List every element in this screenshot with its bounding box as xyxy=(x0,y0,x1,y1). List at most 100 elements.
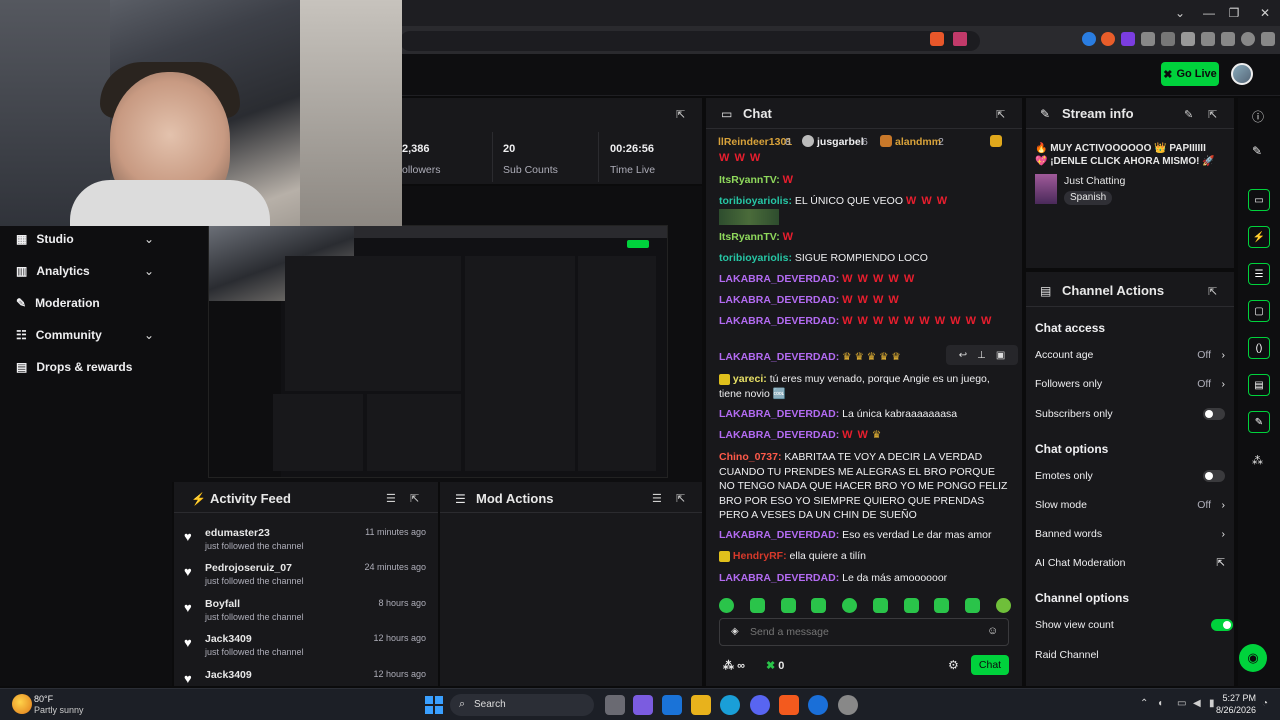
emote-icon[interactable] xyxy=(903,598,919,613)
feed-username[interactable]: Pedrojoseruiz_07 xyxy=(205,562,292,574)
gear-icon[interactable]: ⚙ xyxy=(948,658,959,672)
menu-icon[interactable] xyxy=(1261,32,1275,46)
reply-icon[interactable]: ↩ xyxy=(959,350,967,361)
microphone-icon[interactable]: ◖ xyxy=(1157,698,1163,709)
chat-input-box[interactable]: ◈ ☺ xyxy=(719,618,1009,646)
chat-username[interactable]: LAKABRA_DEVERDAD xyxy=(719,294,836,306)
emote-icon[interactable] xyxy=(965,598,981,613)
clock-time[interactable]: 5:27 PM xyxy=(1196,693,1256,703)
vpn-icon[interactable] xyxy=(1241,32,1255,46)
chat-username[interactable]: LAKABRA_DEVERDAD xyxy=(719,572,836,584)
chat-username[interactable]: ItsRyannTV xyxy=(719,174,776,186)
brave-icon[interactable] xyxy=(779,695,799,715)
sidebar-item-drops-rewards[interactable]: ▤ Drops & rewards xyxy=(16,360,132,374)
chat-username[interactable]: LAKABRA_DEVERDAD xyxy=(719,315,836,327)
stats-icon[interactable]: ▭ xyxy=(1248,189,1270,211)
feed-username[interactable]: Jack3409 xyxy=(205,633,252,645)
delete-icon[interactable]: ▣ xyxy=(996,350,1005,361)
extension-icon[interactable] xyxy=(1101,32,1115,46)
popout-icon[interactable]: ⇱ xyxy=(1208,108,1217,121)
sidebar-item-studio[interactable]: ▦ Studio xyxy=(16,232,74,246)
chat-username[interactable]: LAKABRA_DEVERDAD xyxy=(719,351,836,363)
restore-button[interactable]: ❐ xyxy=(1220,4,1248,22)
emote-icon[interactable] xyxy=(842,598,858,613)
outlook-icon[interactable] xyxy=(662,695,682,715)
pin-icon[interactable]: ⊥ xyxy=(977,350,986,361)
lightning-icon[interactable]: ⚡ xyxy=(1248,226,1270,248)
emote-icon[interactable] xyxy=(719,598,734,613)
category-thumbnail[interactable] xyxy=(1035,174,1057,204)
popout-icon[interactable]: ⇱ xyxy=(1208,285,1217,298)
network-icon[interactable]: ▭ xyxy=(1177,698,1186,709)
task-view-icon[interactable] xyxy=(605,695,625,715)
emote-icon[interactable] xyxy=(995,598,1011,613)
popout-icon[interactable]: ⇱ xyxy=(996,108,1005,121)
notification-icon[interactable]: ◔ xyxy=(1262,698,1268,709)
tab-search-icon[interactable]: ⌄ xyxy=(1166,4,1194,22)
sidebar-item-analytics[interactable]: ▥ Analytics xyxy=(16,264,90,278)
chat-input[interactable] xyxy=(750,623,980,641)
emote-icon[interactable] xyxy=(749,598,765,613)
popout-icon[interactable]: ⇱ xyxy=(676,492,685,505)
chevron-down-icon[interactable]: ⌄ xyxy=(144,232,154,246)
leaderboard-user[interactable]: alandmm xyxy=(895,136,941,148)
extension-icon[interactable] xyxy=(1161,32,1175,46)
chat-username[interactable]: LAKABRA_DEVERDAD xyxy=(719,429,836,441)
sidebar-toggle-icon[interactable] xyxy=(1181,32,1195,46)
code-icon[interactable]: () xyxy=(1248,337,1270,359)
copilot-icon[interactable] xyxy=(633,695,653,715)
leaderboard-user[interactable]: llReindeer1301 xyxy=(718,136,792,148)
app-icon[interactable] xyxy=(808,695,828,715)
puzzle-icon[interactable] xyxy=(1141,32,1155,46)
file-explorer-icon[interactable] xyxy=(691,695,711,715)
banned-words-row[interactable]: Banned words › xyxy=(1035,528,1225,540)
address-bar[interactable] xyxy=(400,31,980,51)
send-chat-button[interactable]: Chat xyxy=(971,655,1009,675)
subscribers-only-toggle[interactable] xyxy=(1203,408,1225,420)
emote-icon[interactable] xyxy=(780,598,796,613)
weather-temp[interactable]: 80°F xyxy=(34,694,53,704)
chat-username[interactable]: Chino_0737 xyxy=(719,451,778,463)
emote-icon[interactable] xyxy=(934,598,950,613)
chat-username[interactable]: yareci xyxy=(733,373,763,385)
extension-icon[interactable] xyxy=(1121,32,1135,46)
feed-username[interactable]: Boyfall xyxy=(205,598,240,610)
feed-username[interactable]: edumaster23 xyxy=(205,527,270,539)
community-icon[interactable]: ⁂ xyxy=(1252,454,1263,467)
app-icon[interactable] xyxy=(838,695,858,715)
extension-icon[interactable] xyxy=(1082,32,1096,46)
filter-icon[interactable]: ☰ xyxy=(386,492,396,505)
leaderboard-user[interactable]: jusgarbel xyxy=(817,136,864,148)
filter-icon[interactable]: ☰ xyxy=(652,492,662,505)
tag-badge[interactable]: Spanish xyxy=(1064,191,1113,205)
brave-shield-icon[interactable] xyxy=(930,32,944,46)
chat-username[interactable]: ItsRyannTV xyxy=(719,231,776,243)
chat-username[interactable]: LAKABRA_DEVERDAD xyxy=(719,408,836,420)
chevron-up-icon[interactable]: ⌃ xyxy=(1140,698,1148,709)
channel-points[interactable]: ⁂ ∞ xyxy=(723,659,745,672)
taskbar-search[interactable]: ⌕ Search xyxy=(450,694,594,716)
chat-username[interactable]: LAKABRA_DEVERDAD xyxy=(719,273,836,285)
edit-icon[interactable]: ✎ xyxy=(1184,108,1193,121)
category-name[interactable]: Just Chatting xyxy=(1064,175,1125,187)
windows-start-icon[interactable] xyxy=(425,696,443,714)
chat-username[interactable]: toribioyariolis xyxy=(719,195,788,207)
raid-channel-row[interactable]: Raid Channel xyxy=(1035,649,1225,661)
weather-icon[interactable] xyxy=(12,694,32,714)
emote-icon[interactable] xyxy=(811,598,827,613)
edit-icon[interactable]: ✎ xyxy=(1252,144,1262,158)
info-icon[interactable]: ⓘ xyxy=(1252,108,1264,125)
show-view-count-toggle[interactable] xyxy=(1211,619,1233,631)
wrench-icon[interactable]: ✎ xyxy=(1248,411,1270,433)
followers-only-row[interactable]: Followers only Off › xyxy=(1035,378,1225,390)
feed-username[interactable]: Jack3409 xyxy=(205,669,252,681)
shield-icon[interactable]: ◈ xyxy=(731,626,739,637)
popout-icon[interactable]: ⇱ xyxy=(410,492,419,505)
emotes-only-toggle[interactable] xyxy=(1203,470,1225,482)
sidebar-item-community[interactable]: ☷ Community xyxy=(16,328,102,342)
popout-icon[interactable]: ⇱ xyxy=(676,108,685,121)
emote-icon[interactable] xyxy=(872,598,888,613)
chevron-down-icon[interactable]: ⌄ xyxy=(144,264,154,278)
ai-chat-moderation-row[interactable]: AI Chat Moderation ⇱ xyxy=(1035,557,1225,569)
server-icon[interactable]: ▤ xyxy=(1248,374,1270,396)
